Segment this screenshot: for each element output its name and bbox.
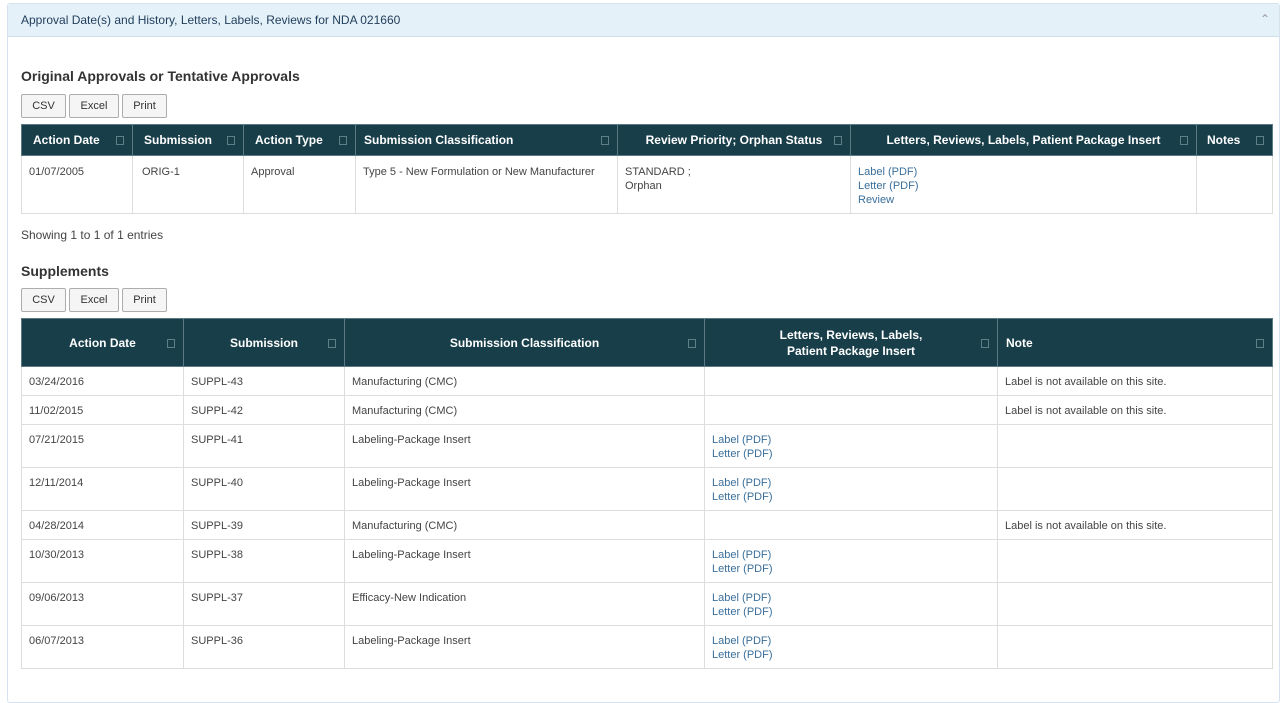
submission-classification: Labeling-Package Insert <box>352 434 471 446</box>
submission-classification: Labeling-Package Insert <box>352 549 471 561</box>
action-date: 04/28/2014 <box>29 520 85 532</box>
table-row: 11/02/2015 SUPPL-42 Manufacturing (CMC) Lab… <box>21 395 1273 425</box>
original-approvals-table: Action Date Submission Action Type Submi… <box>21 124 1273 214</box>
table-row: 06/07/2013 SUPPL-36 Labeling-Package Inser… <box>21 625 1273 669</box>
action-date: 03/24/2016 <box>29 376 85 388</box>
submission: SUPPL-43 <box>191 376 243 388</box>
action-date: 09/06/2013 <box>29 592 85 604</box>
sort-icon <box>601 136 609 145</box>
label-pdf-link[interactable]: Label (PDF) <box>712 548 990 562</box>
supplements-table: Action Date Submission Submission Classi… <box>21 318 1273 669</box>
col-submission[interactable]: Submission <box>132 124 244 156</box>
table-row: 10/30/2013 SUPPL-38 Labeling-Package Inser… <box>21 539 1273 583</box>
col-action-date[interactable]: Action Date <box>21 124 133 156</box>
sort-icon <box>1180 136 1188 145</box>
submission: SUPPL-42 <box>191 405 243 417</box>
submission-classification: Type 5 - New Formulation or New Manufact… <box>363 166 595 178</box>
letter-pdf-link[interactable]: Letter (PDF) <box>712 605 990 619</box>
table-row: 09/06/2013 SUPPL-37 Efficacy-New Indicatio… <box>21 582 1273 626</box>
print-button[interactable]: Print <box>122 94 167 118</box>
col-notes[interactable]: Notes <box>1196 124 1273 156</box>
table-row: 07/21/2015 SUPPL-41 Labeling-Package Inser… <box>21 424 1273 468</box>
col-letters-reviews[interactable]: Letters, Reviews, Labels, Patient Package… <box>704 318 998 367</box>
submission: SUPPL-41 <box>191 434 243 446</box>
submission: SUPPL-37 <box>191 592 243 604</box>
sort-icon <box>1256 136 1264 145</box>
supplements-heading: Supplements <box>21 263 109 279</box>
submission: ORIG-1 <box>142 166 180 178</box>
action-date: 12/11/2014 <box>29 477 84 489</box>
supplements-export-buttons: CSV Excel Print <box>21 288 167 312</box>
submission-classification: Manufacturing (CMC) <box>352 520 458 532</box>
note: Label is not available on this site. <box>1005 405 1167 417</box>
col-review-priority[interactable]: Review Priority; Orphan Status <box>617 124 851 156</box>
table-row: 01/07/2005 ORIG-1 Approval Type 5 - New … <box>21 155 1273 214</box>
sort-icon <box>116 136 124 145</box>
label-pdf-link[interactable]: Label (PDF) <box>712 433 990 447</box>
panel-title: Approval Date(s) and History, Letters, L… <box>21 13 401 27</box>
letter-pdf-link[interactable]: Letter (PDF) <box>712 648 990 662</box>
col-action-date[interactable]: Action Date <box>21 318 184 367</box>
chevron-up-icon[interactable]: ⌃ <box>1260 12 1270 26</box>
original-approvals-heading: Original Approvals or Tentative Approval… <box>21 68 300 84</box>
sort-icon <box>167 338 175 348</box>
excel-button[interactable]: Excel <box>69 94 119 118</box>
letter-pdf-link[interactable]: Letter (PDF) <box>712 490 990 504</box>
sort-icon <box>339 136 347 145</box>
submission-classification: Efficacy-New Indication <box>352 592 467 604</box>
note: Label is not available on this site. <box>1005 520 1167 532</box>
col-submission[interactable]: Submission <box>183 318 345 367</box>
label-pdf-link[interactable]: Label (PDF) <box>712 634 990 648</box>
label-pdf-link[interactable]: Label (PDF) <box>712 476 990 490</box>
col-submission-classification[interactable]: Submission Classification <box>355 124 618 156</box>
table-row: 12/11/2014 SUPPL-40 Labeling-Package Inser… <box>21 467 1273 511</box>
print-button[interactable]: Print <box>122 288 167 312</box>
sort-icon <box>227 136 235 145</box>
table-row: 04/28/2014 SUPPL-39 Manufacturing (CMC) Lab… <box>21 510 1273 540</box>
sort-icon <box>834 136 842 145</box>
sort-icon <box>688 338 696 348</box>
submission: SUPPL-36 <box>191 635 243 647</box>
letter-pdf-link[interactable]: Letter (PDF) <box>712 447 990 461</box>
sort-icon <box>1256 338 1264 348</box>
action-type: Approval <box>251 166 295 178</box>
submission-classification: Labeling-Package Insert <box>352 635 471 647</box>
col-letters-reviews[interactable]: Letters, Reviews, Labels, Patient Packag… <box>850 124 1197 156</box>
table-row: 03/24/2016 SUPPL-43 Manufacturing (CMC) Lab… <box>21 366 1273 396</box>
label-pdf-link[interactable]: Label (PDF) <box>712 591 990 605</box>
letter-pdf-link[interactable]: Letter (PDF) <box>858 179 1189 193</box>
action-date: 10/30/2013 <box>29 549 85 561</box>
sort-icon <box>981 338 989 348</box>
label-pdf-link[interactable]: Label (PDF) <box>858 165 1189 179</box>
submission-classification: Labeling-Package Insert <box>352 477 471 489</box>
sort-icon <box>328 338 336 348</box>
review-priority: STANDARD ; <box>625 166 691 178</box>
action-date: 11/02/2015 <box>29 405 84 417</box>
submission: SUPPL-40 <box>191 477 243 489</box>
review-link[interactable]: Review <box>858 193 1189 207</box>
submission: SUPPL-38 <box>191 549 243 561</box>
col-submission-classification[interactable]: Submission Classification <box>344 318 705 367</box>
action-date: 01/07/2005 <box>29 166 85 178</box>
submission-classification: Manufacturing (CMC) <box>352 376 458 388</box>
csv-button[interactable]: CSV <box>21 288 66 312</box>
submission-classification: Manufacturing (CMC) <box>352 405 458 417</box>
panel-heading[interactable]: Approval Date(s) and History, Letters, L… <box>8 4 1279 37</box>
note: Label is not available on this site. <box>1005 376 1167 388</box>
action-date: 06/07/2013 <box>29 635 85 647</box>
entries-info: Showing 1 to 1 of 1 entries <box>21 228 164 242</box>
submission: SUPPL-39 <box>191 520 243 532</box>
original-export-buttons: CSV Excel Print <box>21 94 167 118</box>
col-note[interactable]: Note <box>997 318 1273 367</box>
csv-button[interactable]: CSV <box>21 94 66 118</box>
orphan-status: Orphan <box>625 180 662 192</box>
action-date: 07/21/2015 <box>29 434 85 446</box>
excel-button[interactable]: Excel <box>69 288 119 312</box>
col-action-type[interactable]: Action Type <box>243 124 356 156</box>
letter-pdf-link[interactable]: Letter (PDF) <box>712 562 990 576</box>
